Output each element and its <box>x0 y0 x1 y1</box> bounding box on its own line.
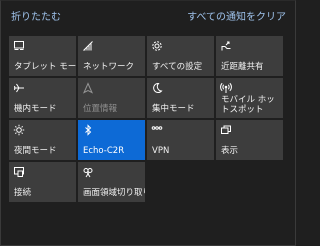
tile-label: 画面領域切り取り <box>83 188 145 198</box>
quick-action-airplane-mode[interactable]: 機内モード <box>9 78 76 118</box>
quick-action-all-settings[interactable]: すべての設定 <box>147 36 214 76</box>
connect-icon <box>14 167 24 177</box>
collapse-link[interactable]: 折りたたむ <box>11 12 61 24</box>
quick-action-screen-snip[interactable]: 画面領域切り取り <box>78 162 145 202</box>
quick-action-vpn[interactable]: VPN <box>147 120 214 160</box>
quick-action-location[interactable]: 位置情報 <box>78 78 145 118</box>
tile-label: すべての設定 <box>152 62 203 72</box>
tile-label: 集中モード <box>152 104 195 114</box>
project-icon <box>221 125 231 134</box>
brightness-icon <box>13 124 25 136</box>
tile-label: 夜間モード <box>14 146 57 156</box>
tile-label: 接続 <box>14 188 32 198</box>
tile-label: 機内モード <box>14 104 57 114</box>
screen-snip-icon <box>83 168 93 178</box>
quick-action-mobile-hotspot[interactable]: モバイル ホットスポット <box>216 78 283 118</box>
bluetooth-icon <box>85 124 92 136</box>
tile-label: 位置情報 <box>83 104 118 114</box>
network-icon <box>83 41 93 51</box>
quick-action-night-light[interactable]: 夜間モード <box>9 120 76 160</box>
quick-action-project[interactable]: 表示 <box>216 120 283 160</box>
tile-label: モバイル ホットスポット <box>221 95 275 115</box>
quick-actions-grid: タブレット モード ネットワーク すべての設定 近距離共有 機内モード 位置情 <box>9 36 283 244</box>
quick-action-bluetooth[interactable]: Echo-C2R <box>78 120 145 160</box>
location-icon <box>82 82 94 94</box>
hotspot-icon <box>220 82 232 93</box>
tile-label: ネットワーク <box>83 62 135 72</box>
quick-action-tablet-mode[interactable]: タブレット モード <box>9 36 76 76</box>
quick-action-nearby-share[interactable]: 近距離共有 <box>216 36 283 76</box>
quick-action-focus-assist[interactable]: 集中モード <box>147 78 214 118</box>
tile-label: タブレット モード <box>14 62 76 72</box>
vpn-icon <box>151 126 163 130</box>
moon-icon <box>153 83 163 93</box>
tablet-mode-icon <box>14 41 24 50</box>
quick-action-network[interactable]: ネットワーク <box>78 36 145 76</box>
quick-action-connect[interactable]: 接続 <box>9 162 76 202</box>
gear-icon <box>152 41 162 51</box>
clear-all-notifications-link[interactable]: すべての通知をクリア <box>187 12 286 24</box>
nearby-share-icon <box>221 41 231 51</box>
tile-label: VPN <box>152 146 170 156</box>
airplane-icon <box>14 83 24 93</box>
tile-label: 表示 <box>221 146 239 156</box>
tile-label: 近距離共有 <box>221 62 264 72</box>
tile-label: Echo-C2R <box>83 146 125 156</box>
